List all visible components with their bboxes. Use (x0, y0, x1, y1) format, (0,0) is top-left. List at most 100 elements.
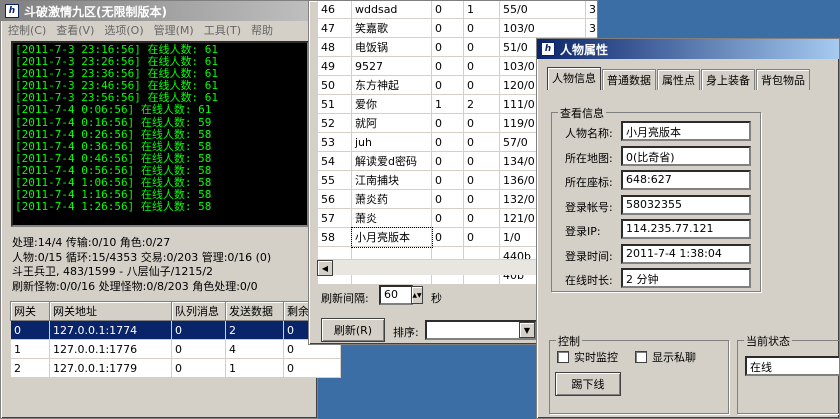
cell: 0 (431, 151, 464, 171)
spinner-icon[interactable]: ▲▼ (411, 286, 423, 304)
table-row[interactable]: 47笑嘉歌00103/03333:33207345677113.104.182.… (317, 18, 597, 38)
field-value[interactable]: 114.235.77.121 (621, 219, 751, 239)
field-value[interactable]: 0(比奇省) (621, 145, 751, 166)
status-group: 当前状态 (737, 333, 839, 414)
cell: 56 (317, 189, 352, 209)
cell: 50 (317, 75, 352, 95)
props-title: 人物属性 (560, 42, 609, 57)
cell: 0 (431, 113, 464, 133)
table-row[interactable]: 1 127.0.0.1:1776 0 4 0 (10, 339, 341, 359)
menu-options[interactable]: 选项(O) (99, 22, 148, 38)
refresh-interval-label: 刷新间隔: (321, 292, 369, 305)
cell: 0 (283, 358, 341, 378)
tab-bag-items[interactable]: 背包物品 (756, 69, 810, 90)
tab-normal-data[interactable]: 普通数据 (602, 69, 656, 90)
stats-line: 处理:14/4 传输:0/10 角色:0/27 (12, 236, 171, 249)
scroll-left-icon[interactable]: ◀ (317, 260, 333, 276)
tab-equipment[interactable]: 身上装备 (701, 69, 755, 90)
tab-attributes[interactable]: 属性点 (657, 69, 700, 90)
col-header[interactable]: 网关 (10, 301, 50, 321)
table-row[interactable]: 46wddsad0155/03336:330000000000027.20.56… (317, 1, 597, 19)
table-row[interactable]: 2 127.0.0.1:1779 0 1 0 (10, 358, 341, 378)
cell: 0 (431, 75, 464, 95)
cell: 0 (463, 75, 500, 95)
main-title-bar[interactable]: h 斗破激情九区(无限制版本) (1, 1, 317, 21)
menu-tools[interactable]: 工具(T) (199, 22, 246, 38)
show-private-chat-checkbox[interactable]: 显示私聊 (635, 349, 696, 365)
stats-line: 刷新怪物:0/0/16 处理怪物:0/8/203 角色处理:0/0 (12, 279, 258, 293)
props-tabs: 人物信息 普通数据 属性点 身上装备 背包物品 (547, 67, 811, 90)
col-header[interactable]: 发送数据 (225, 301, 284, 321)
cell: 103/0 (499, 18, 586, 38)
cell: 萧炎 (351, 208, 432, 228)
cell: 52 (317, 113, 352, 133)
log-line: [2011-7-4 0:06:56] 在线人数: 61 (15, 103, 212, 117)
field-label: 在线时长: (565, 274, 613, 287)
table-row[interactable]: 0 127.0.0.1:1774 0 2 0 (10, 320, 341, 340)
chevron-down-icon[interactable]: ▼ (519, 322, 535, 338)
cell: 0 (431, 208, 464, 228)
gateway-table[interactable]: 网关 网关地址 队列消息 发送数据 剩余数 0 127.0.0.1:1774 0… (10, 301, 341, 378)
sort-label: 排序: (393, 326, 419, 339)
menu-manage[interactable]: 管理(M) (149, 22, 199, 38)
status-title: 当前状态 (744, 333, 792, 349)
cell: 电饭锅 (351, 37, 432, 57)
cell: 小月亮版本 (350, 226, 433, 248)
col-header[interactable]: 网关地址 (49, 301, 172, 321)
menu-help[interactable]: 帮助 (246, 22, 278, 38)
cell: 萧炎药 (351, 189, 432, 209)
menu-control[interactable]: 控制(C) (3, 22, 51, 38)
field-label: 登录IP: (565, 225, 601, 238)
checkbox-box[interactable] (635, 351, 647, 363)
checkbox-box[interactable] (557, 351, 569, 363)
cell: 0 (463, 18, 500, 38)
field-value[interactable]: 58032355 (621, 194, 751, 215)
main-window-title: 斗破激情九区(无限制版本) (24, 4, 167, 19)
cell: 0 (463, 56, 500, 76)
tab-player-info[interactable]: 人物信息 (547, 67, 601, 90)
refresh-button[interactable]: 刷新(R) (321, 318, 385, 342)
cell: 2 (463, 94, 500, 114)
cell: 2 (225, 320, 284, 340)
cell: 0 (463, 37, 500, 57)
cell: 0 (171, 320, 226, 340)
realtime-monitor-checkbox[interactable]: 实时监控 (557, 349, 618, 365)
field-label: 所在座标: (565, 176, 613, 189)
gateway-header-row: 网关 网关地址 队列消息 发送数据 剩余数 (10, 301, 341, 321)
cell: 0 (463, 227, 500, 247)
kick-offline-button[interactable]: 踢下线 (555, 372, 621, 396)
cell: 55/0 (499, 1, 586, 19)
cell: 0 (463, 113, 500, 133)
cell: 0 (431, 1, 464, 19)
cell: 0 (171, 358, 226, 378)
field-value[interactable]: 2011-7-4 1:38:04 (621, 243, 751, 264)
log-line: [2011-7-4 1:26:56] 在线人数: 58 (15, 200, 212, 214)
field-label: 登录时间: (565, 249, 613, 263)
field-label: 所在地图: (565, 151, 613, 165)
cell: 0 (431, 37, 464, 57)
log-console[interactable]: [2011-7-3 23:16:56] 在线人数: 61 [2011-7-3 2… (11, 41, 309, 227)
cell: 54 (317, 151, 352, 171)
refresh-interval-input[interactable]: 60 (379, 285, 413, 305)
cell: 0 (431, 170, 464, 190)
col-header[interactable]: 队列消息 (171, 301, 226, 321)
menu-view[interactable]: 查看(V) (51, 22, 99, 38)
cell: 47 (317, 18, 352, 38)
field-value[interactable]: 648:627 (621, 170, 751, 190)
cell: 1 (225, 358, 284, 378)
cell: 笑嘉歌 (351, 18, 432, 38)
cell: 48 (317, 37, 352, 57)
cell: 0 (431, 132, 464, 152)
cell: 51 (317, 94, 352, 114)
cell: 127.0.0.1:1776 (49, 339, 172, 359)
field-value[interactable]: 2 分钟 (621, 268, 751, 288)
stats-line: 斗王兵卫, 483/1599 - 八层仙子/1215/2 (12, 265, 214, 278)
cell: 0 (463, 208, 500, 228)
cell: 0 (431, 189, 464, 209)
status-field[interactable]: 在线 (745, 356, 839, 376)
cell: 55 (317, 170, 352, 190)
cell: 0 (431, 227, 464, 247)
cell: 4 (225, 339, 284, 359)
field-value[interactable]: 小月亮版本 (621, 121, 751, 141)
props-title-bar[interactable]: h 人物属性 (537, 39, 839, 59)
